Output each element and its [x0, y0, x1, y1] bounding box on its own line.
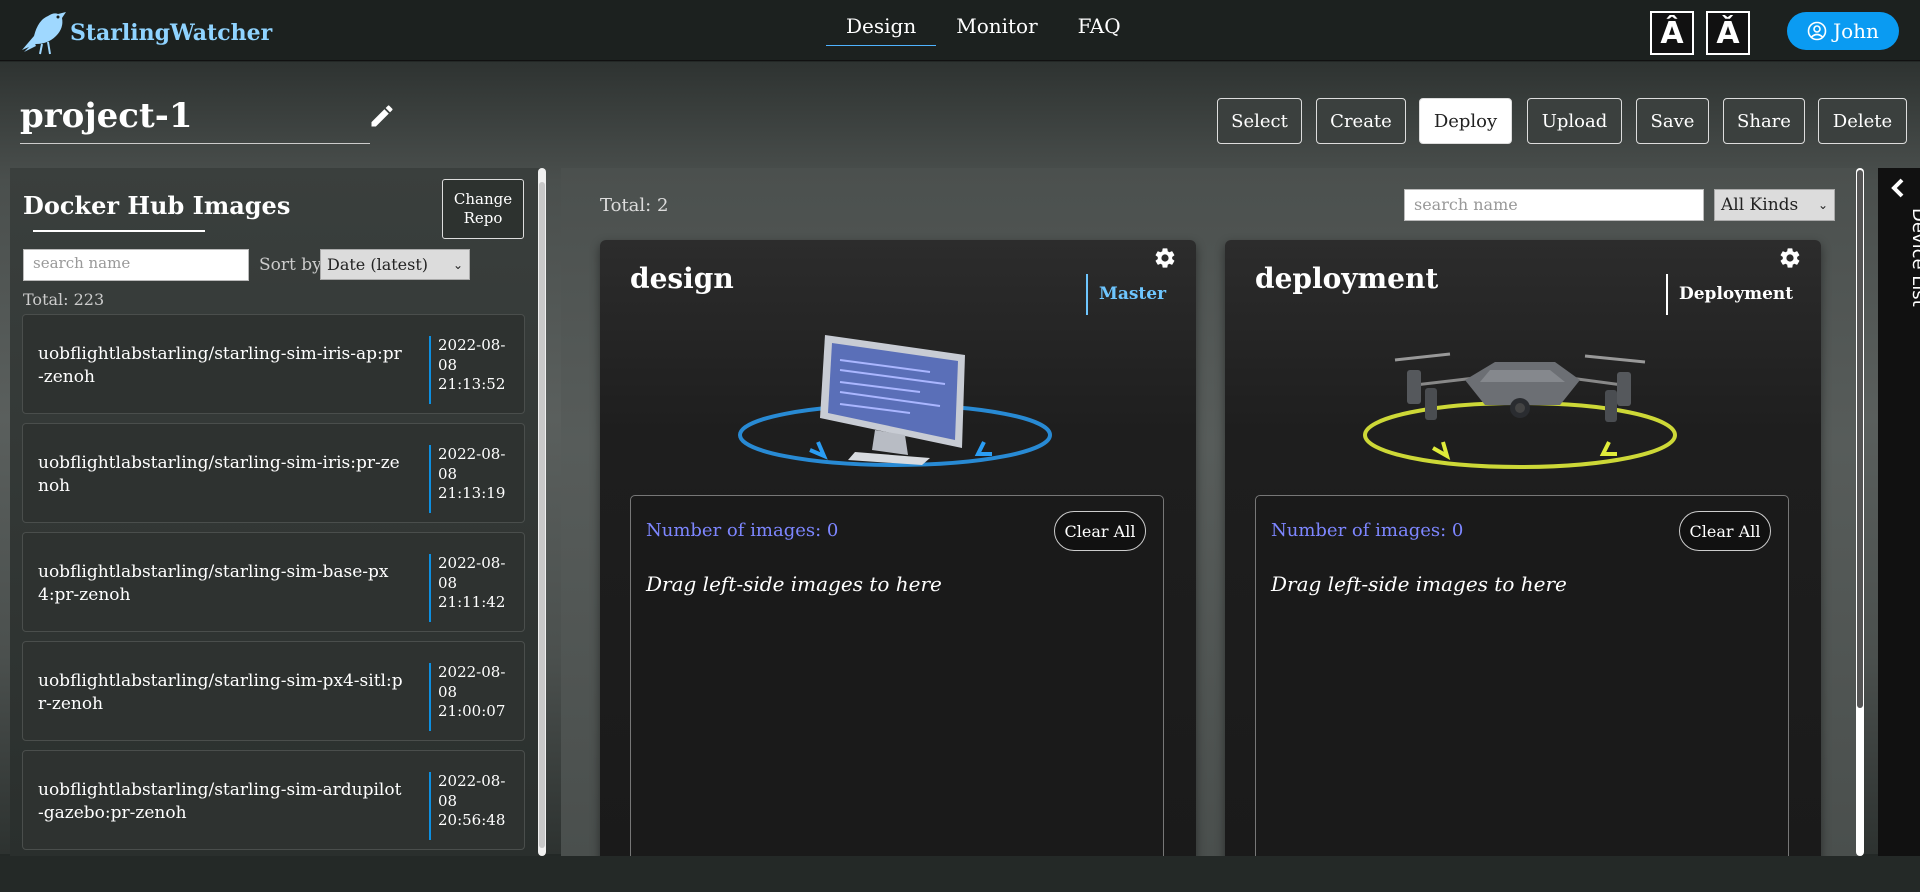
create-button[interactable]: Create	[1316, 98, 1406, 144]
share-button[interactable]: Share	[1723, 98, 1805, 144]
image-total: Total: 223	[23, 290, 105, 309]
image-list-item[interactable]: uobflightlabstarling/starling-sim-px4-si…	[22, 641, 525, 741]
image-name: uobflightlabstarling/starling-sim-ardupi…	[38, 780, 402, 823]
image-list-item[interactable]: uobflightlabstarling/starling-sim-base-p…	[22, 532, 525, 632]
deploy-button[interactable]: Deploy	[1419, 98, 1512, 144]
kinds-scrollbar-thumb[interactable]	[1857, 170, 1863, 708]
card-kind-label: Deployment	[1666, 274, 1793, 315]
image-list-item[interactable]: uobflightlabstarling/starling-sim-iris:p…	[22, 423, 525, 523]
image-name: uobflightlabstarling/starling-sim-base-p…	[38, 562, 389, 605]
kinds-panel: Total: 2 search name All Kinds ⌄ design …	[561, 168, 1862, 856]
clear-all-button[interactable]: Clear All	[1054, 511, 1146, 551]
image-drop-zone[interactable]: Number of images: 0 Clear All Drag left-…	[630, 495, 1164, 856]
gear-icon[interactable]	[1778, 246, 1802, 270]
sort-select[interactable]: Date (latest) ⌄	[320, 249, 470, 280]
kind-filter-value: All Kinds	[1721, 195, 1799, 215]
project-name: project-1	[20, 96, 370, 144]
drone-illustration	[1363, 352, 1677, 469]
upload-button[interactable]: Upload	[1527, 98, 1622, 144]
change-repo-button[interactable]: Change Repo	[442, 179, 524, 239]
kinds-total: Total: 2	[600, 195, 669, 216]
save-button[interactable]: Save	[1636, 98, 1709, 144]
select-button[interactable]: Select	[1217, 98, 1302, 144]
image-count: Number of images: 0	[646, 520, 839, 541]
sort-value: Date (latest)	[327, 255, 429, 274]
drop-hint: Drag left-side images to here	[1271, 572, 1567, 596]
clear-all-button[interactable]: Clear All	[1679, 511, 1771, 551]
image-date: 2022-08-08 21:13:52	[429, 336, 513, 404]
images-scrollbar-thumb[interactable]	[539, 182, 545, 848]
nav-link-design[interactable]: Design	[826, 0, 937, 46]
nav-link-faq[interactable]: FAQ	[1058, 0, 1141, 46]
font-increase-button[interactable]: Â	[1650, 11, 1694, 55]
top-navbar: StarlingWatcher Design Monitor FAQ Â Ǎ J…	[0, 0, 1920, 61]
image-drop-zone[interactable]: Number of images: 0 Clear All Drag left-…	[1255, 495, 1789, 856]
title-underline	[33, 230, 205, 232]
image-name: uobflightlabstarling/starling-sim-iris:p…	[38, 453, 400, 496]
kind-filter-select[interactable]: All Kinds ⌄	[1714, 189, 1835, 221]
monitor-illustration	[738, 335, 1052, 467]
nav-link-monitor[interactable]: Monitor	[936, 0, 1057, 46]
user-menu-button[interactable]: John	[1787, 12, 1899, 50]
chevron-down-icon: ⌄	[452, 257, 463, 272]
card-kind-label: Master	[1086, 274, 1166, 315]
chevron-down-icon: ⌄	[1817, 198, 1828, 212]
drop-hint: Drag left-side images to here	[646, 572, 942, 596]
image-date: 2022-08-08 21:00:07	[429, 663, 513, 731]
user-name: John	[1833, 19, 1879, 43]
device-list-tab[interactable]: Device List	[1878, 168, 1920, 856]
pencil-icon[interactable]	[368, 102, 396, 130]
card-title: deployment	[1255, 262, 1439, 295]
image-date: 2022-08-08 21:11:42	[429, 554, 513, 622]
image-name: uobflightlabstarling/starling-sim-px4-si…	[38, 671, 403, 714]
panel-title: Docker Hub Images	[23, 191, 291, 220]
image-name: uobflightlabstarling/starling-sim-iris-a…	[38, 344, 402, 387]
kind-search-input[interactable]: search name	[1404, 189, 1704, 221]
kind-card-design: design Master Number of images: 0 Clear …	[600, 240, 1196, 856]
gear-icon[interactable]	[1153, 246, 1177, 270]
main-nav: Design Monitor FAQ	[826, 0, 1141, 50]
image-search-input[interactable]: search name	[23, 249, 249, 281]
user-circle-icon	[1807, 21, 1827, 41]
starling-bird-icon	[22, 12, 66, 55]
device-list-label: Device List	[1908, 208, 1920, 307]
image-date: 2022-08-08 21:13:19	[429, 445, 513, 513]
card-title: design	[630, 262, 734, 295]
image-list-item[interactable]: uobflightlabstarling/starling-sim-ardupi…	[22, 750, 525, 850]
chevron-left-icon	[1891, 178, 1904, 198]
font-decrease-button[interactable]: Ǎ	[1706, 11, 1750, 55]
sort-label: Sort by	[259, 255, 322, 275]
docker-images-panel: Docker Hub Images Change Repo search nam…	[10, 168, 544, 856]
footer	[0, 856, 1920, 892]
image-list-item[interactable]: uobflightlabstarling/starling-sim-iris-a…	[22, 314, 525, 414]
image-date: 2022-08-08 20:56:48	[429, 772, 513, 840]
delete-button[interactable]: Delete	[1818, 98, 1907, 144]
kind-card-deployment: deployment Deployment Number of images: …	[1225, 240, 1821, 856]
brand-name: StarlingWatcher	[70, 20, 273, 46]
brand[interactable]: StarlingWatcher	[18, 6, 272, 56]
image-count: Number of images: 0	[1271, 520, 1464, 541]
